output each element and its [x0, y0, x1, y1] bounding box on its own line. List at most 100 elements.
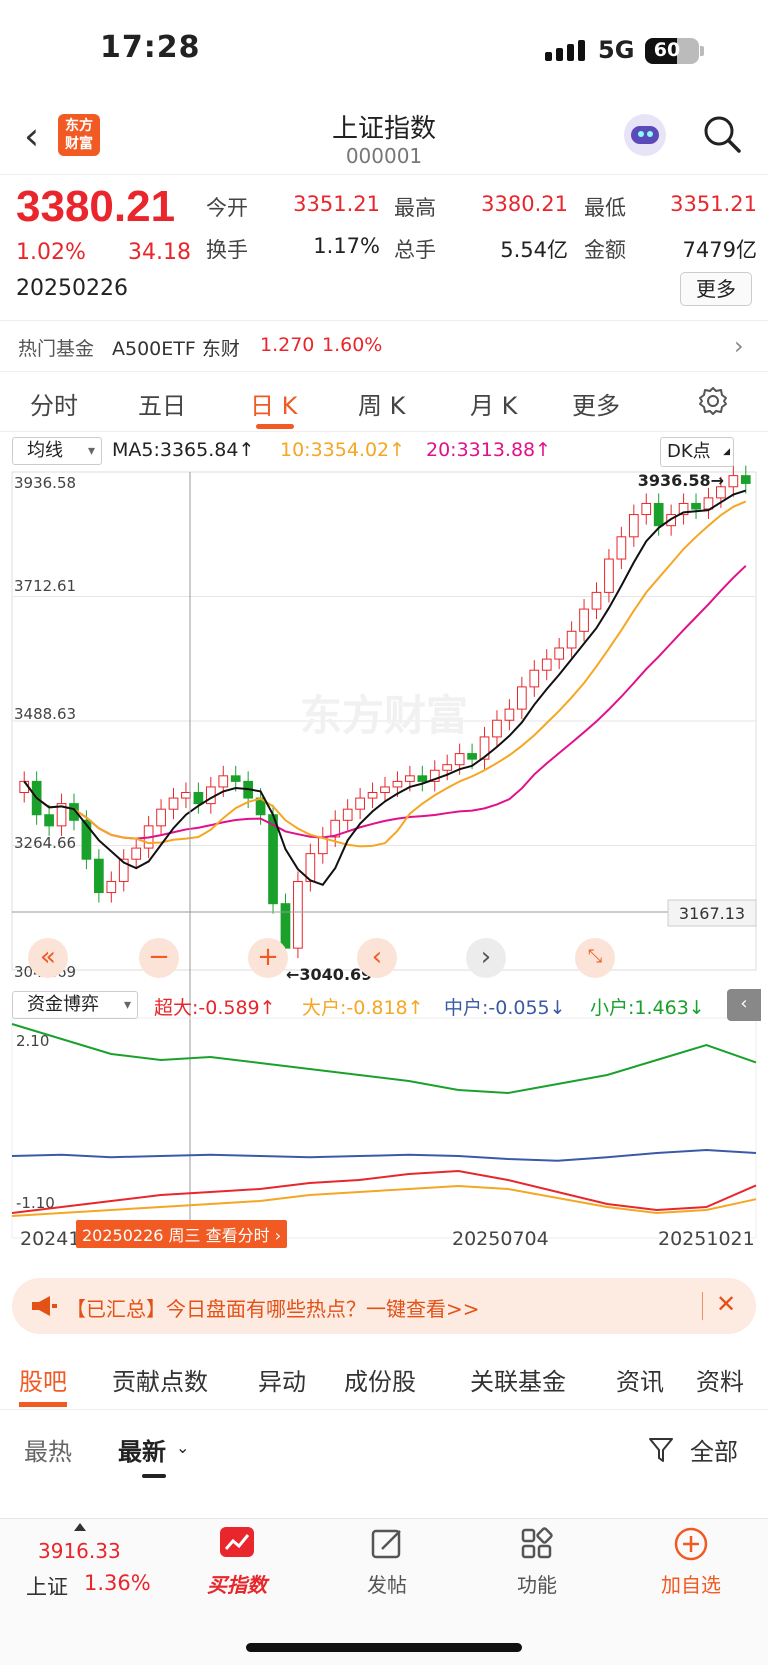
- filter-all[interactable]: 全部: [690, 1432, 738, 1467]
- buy-index-button[interactable]: 买指数: [182, 1525, 292, 1598]
- tab-more[interactable]: 更多: [572, 386, 620, 421]
- low-label: 最低: [584, 196, 626, 220]
- quote-date: 20250226: [16, 276, 128, 301]
- tab-daily-k[interactable]: 日 K: [250, 386, 297, 421]
- network-label: 5G: [598, 36, 635, 64]
- candle-body: [355, 797, 365, 810]
- signal-icon: [545, 40, 585, 61]
- tab-monthly-k[interactable]: 月 K: [470, 386, 517, 421]
- candle-body: [529, 669, 540, 688]
- crosshair-value: 3167.13: [679, 904, 745, 923]
- functions-label: 功能: [517, 1573, 557, 1597]
- candle-body: [131, 847, 142, 860]
- open-value: 3351.21: [293, 192, 380, 216]
- tab-contribution[interactable]: 贡献点数: [112, 1362, 208, 1397]
- open-label: 今开: [206, 196, 248, 220]
- candle-body: [380, 786, 390, 794]
- period-tabs: 分时 五日 日 K 周 K 月 K 更多: [0, 372, 768, 432]
- fund-series-line: [11, 1148, 757, 1162]
- ma20-value: 20:3313.88↑: [426, 439, 552, 461]
- search-icon[interactable]: [702, 114, 742, 154]
- watermark-text: 东方财富: [300, 691, 468, 740]
- status-bar: 17:28 5G 60: [0, 0, 768, 100]
- date-axis: 20241 20250704 20251021 20250226 周三 查看分时…: [0, 1220, 768, 1264]
- tab-guba[interactable]: 股吧: [19, 1362, 67, 1397]
- grid-icon: [521, 1527, 553, 1559]
- caret-up-icon: [74, 1523, 86, 1531]
- assistant-robot-icon[interactable]: [624, 114, 666, 156]
- post-button[interactable]: 发帖: [332, 1525, 442, 1598]
- tabbar-index-price[interactable]: 3916.33: [38, 1539, 121, 1563]
- candle-body: [504, 708, 515, 721]
- candle-body: [728, 475, 739, 488]
- candle-body: [566, 630, 577, 649]
- chevron-down-icon[interactable]: ⌄: [176, 1438, 189, 1457]
- crosshair-tooltip[interactable]: 20250226 周三 查看分时 ›: [76, 1220, 288, 1248]
- candle-body: [417, 775, 428, 782]
- fullscreen-icon[interactable]: ⤡: [575, 938, 615, 978]
- tab-weekly-k[interactable]: 周 K: [358, 386, 405, 421]
- megaphone-icon: [32, 1296, 57, 1316]
- medium-value: 中户:-0.055↓: [444, 997, 566, 1019]
- zoom-out-icon[interactable]: −: [139, 938, 179, 978]
- candle-body: [230, 775, 241, 782]
- next-icon[interactable]: ›: [466, 938, 506, 978]
- kline-chart[interactable]: 东方财富 3167.13 3936.58→ ←3040.69 2.10 -1.10: [0, 432, 768, 1262]
- candle-body: [44, 814, 54, 827]
- high-label: 最高: [394, 196, 436, 220]
- sort-row: 最热 最新 ⌄ 全部: [0, 1420, 768, 1490]
- candle-body: [541, 658, 552, 671]
- large-value: 大户:-0.818↑: [302, 997, 424, 1019]
- zoom-in-icon[interactable]: +: [248, 938, 288, 978]
- candle-body: [591, 591, 602, 610]
- tab-intraday[interactable]: 分时: [30, 386, 78, 421]
- status-time: 17:28: [100, 30, 201, 65]
- tab-constituents[interactable]: 成份股: [344, 1362, 416, 1397]
- y-tick-2: 3712.61: [14, 577, 77, 595]
- add-watchlist-button[interactable]: 加自选: [636, 1525, 746, 1598]
- kline-svg[interactable]: 东方财富3167.133936.58→←3040.692.10-1.10: [0, 432, 768, 1262]
- hot-fund-row[interactable]: 热门基金 A500ETF 东财 1.270 1.60% ›: [0, 322, 768, 372]
- more-button[interactable]: 更多: [680, 272, 752, 306]
- collapse-icon[interactable]: ‹: [727, 989, 761, 1021]
- candle-body: [616, 536, 627, 560]
- content-tabs: 股吧 贡献点数 异动 成份股 关联基金 资讯 资料: [0, 1348, 768, 1410]
- fund-dropdown[interactable]: 资金博弈: [12, 991, 138, 1019]
- functions-button[interactable]: 功能: [482, 1525, 592, 1598]
- ma10-value: 10:3354.02↑: [280, 439, 406, 461]
- indicator-dropdown[interactable]: 均线: [12, 437, 102, 465]
- filter-icon[interactable]: [648, 1436, 674, 1464]
- content-tab-indicator: [19, 1402, 67, 1407]
- tabbar-index-pct: 1.36%: [84, 1571, 151, 1595]
- candle-body: [156, 808, 166, 827]
- scroll-left-icon[interactable]: «: [28, 938, 68, 978]
- battery-icon: 60: [645, 38, 699, 64]
- close-icon[interactable]: ✕: [716, 1290, 736, 1318]
- gear-icon[interactable]: [698, 386, 728, 416]
- ma-bar: 均线 MA5:3365.84↑ 10:3354.02↑ 20:3313.88↑ …: [0, 435, 768, 469]
- plus-circle-icon: [674, 1527, 708, 1561]
- turnover-label: 换手: [206, 238, 248, 262]
- crosshair-tooltip-text: 20250226 周三 查看分时: [82, 1226, 270, 1245]
- hot-fund-pct: 1.60%: [322, 334, 383, 356]
- candle-body: [604, 558, 614, 593]
- sort-latest[interactable]: 最新: [118, 1432, 166, 1467]
- max-annotation: 3936.58→: [638, 471, 724, 490]
- tab-news[interactable]: 资讯: [616, 1362, 664, 1397]
- candle-body: [405, 775, 415, 782]
- candle-body: [454, 753, 465, 766]
- candle-body: [268, 814, 278, 905]
- hot-topic-banner[interactable]: 【已汇总】今日盘面有哪些热点？一键查看>> ✕: [12, 1278, 756, 1334]
- prev-icon[interactable]: ‹: [357, 938, 397, 978]
- tab-five-day[interactable]: 五日: [138, 386, 186, 421]
- sort-hot[interactable]: 最热: [24, 1432, 72, 1467]
- tab-related-funds[interactable]: 关联基金: [470, 1362, 566, 1397]
- change-percent: 1.02%: [16, 240, 86, 265]
- ma5-value: MA5:3365.84↑: [112, 439, 255, 461]
- candle-body: [628, 514, 639, 538]
- change-amount: 34.18: [128, 240, 191, 265]
- candle-body: [653, 502, 664, 527]
- tab-movement[interactable]: 异动: [258, 1362, 306, 1397]
- tab-profile[interactable]: 资料: [696, 1362, 744, 1397]
- dk-point-button[interactable]: DK点: [660, 437, 734, 467]
